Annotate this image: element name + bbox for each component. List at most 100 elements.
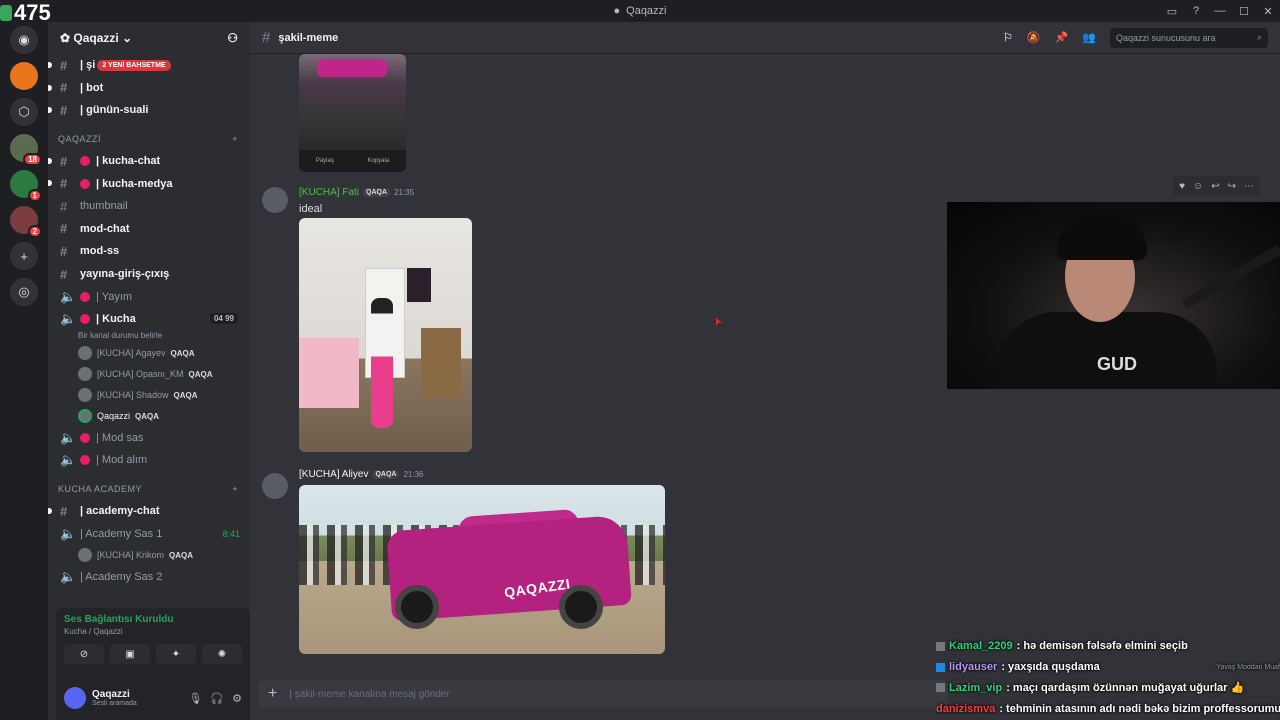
voice-channel-item[interactable]: 🔈 | Mod alım xyxy=(48,449,250,472)
members-icon[interactable]: 👥 xyxy=(1082,31,1096,44)
screen-share-icon[interactable]: ▣ xyxy=(110,644,150,664)
search-input[interactable]: Qaqazzi sunucusunu ara ⌕ xyxy=(1110,27,1268,48)
voice-user[interactable]: Qaqazzi QAQA xyxy=(48,406,250,427)
mention-badge: 18 xyxy=(23,153,42,166)
threads-icon[interactable]: ⚐ xyxy=(1003,31,1013,44)
attachment-image[interactable] xyxy=(299,218,472,452)
webcam-overlay: GUD xyxy=(947,202,1280,389)
message-author[interactable]: [KUCHA] Aliyev xyxy=(299,469,368,480)
user-status: Sesli aramada xyxy=(92,700,137,707)
channel-label: | Mod alım xyxy=(96,454,148,467)
attach-plus-icon[interactable]: + xyxy=(268,685,277,703)
pin-icon[interactable]: 📌 xyxy=(1055,31,1069,44)
channel-item[interactable]: # | günün-suali xyxy=(48,99,250,122)
voice-user[interactable]: [KUCHA] Agayev QAQA xyxy=(48,343,250,364)
channel-item[interactable]: # | academy-chat xyxy=(48,500,250,523)
voice-user[interactable]: [KUCHA] Opasnı_KM QAQA xyxy=(48,364,250,385)
message-composer[interactable]: + | şakil-meme kanalına mesaj gönder xyxy=(258,680,948,708)
voice-channel-item[interactable]: 🔈 | Mod sas xyxy=(48,427,250,450)
voice-status-title[interactable]: Ses Bağlantısı Kuruldu xyxy=(64,614,242,625)
add-channel-icon[interactable]: + xyxy=(232,484,238,494)
channel-label: mod-ss xyxy=(80,245,120,258)
emoji-icon[interactable]: ☺ xyxy=(1193,181,1203,192)
mute-icon[interactable]: 🔕 xyxy=(1027,31,1041,44)
mention-badge: 2 YENİ BAHSETME xyxy=(97,59,171,71)
viewer-count: 475 xyxy=(0,0,51,26)
channel-item[interactable]: # mod-chat xyxy=(48,218,250,241)
voice-user[interactable]: [KUCHA] Shadow QAQA xyxy=(48,385,250,406)
channel-item[interactable]: # | kucha-chat xyxy=(48,150,250,173)
category-label: KUCHA ACADEMY xyxy=(58,483,143,494)
voice-channel-item[interactable]: 🔈 | Yayım xyxy=(48,285,250,308)
add-server-icon[interactable]: + xyxy=(10,242,38,270)
channel-item[interactable]: # yayına-giriş-çıxış xyxy=(48,263,250,286)
channel-label: mod-chat xyxy=(80,222,130,235)
soundboard-icon[interactable]: ✺ xyxy=(202,644,242,664)
voice-user-name: [KUCHA] Shadow xyxy=(97,390,169,401)
discord-home-icon[interactable]: ◉ xyxy=(10,26,38,54)
channel-item[interactable]: # thumbnail xyxy=(48,195,250,218)
camera-off-icon[interactable]: ⊘ xyxy=(64,644,104,664)
more-icon[interactable]: ⋯ xyxy=(1244,181,1254,192)
voice-channel-item[interactable]: 🔈 | Academy Sas 2 xyxy=(48,566,250,589)
call-duration: 8:41 xyxy=(222,528,240,539)
activities-icon[interactable]: ✦ xyxy=(156,644,196,664)
microphone-icon[interactable]: 🎙 xyxy=(188,692,202,705)
add-member-icon[interactable]: ⚇ xyxy=(227,31,238,45)
category-header[interactable]: QAQAZZİ + xyxy=(48,128,250,150)
channel-status[interactable]: Bir kanal durumu belirle xyxy=(48,331,250,343)
inbox-icon[interactable]: ▭ xyxy=(1160,0,1184,22)
voice-user[interactable]: [KUCHA] Krikom QAQA xyxy=(48,545,250,566)
category-header[interactable]: KUCHA ACADEMY + xyxy=(48,478,250,500)
forward-icon[interactable]: ↪ xyxy=(1228,181,1236,192)
avatar[interactable] xyxy=(262,473,288,499)
window-title: Qaqazzi xyxy=(626,5,667,17)
channel-item[interactable]: # | şi 2 YENİ BAHSETME xyxy=(48,54,250,77)
help-icon[interactable]: ? xyxy=(1184,0,1208,22)
voice-channel-item[interactable]: 🔈 | Academy Sas 1 8:41 xyxy=(48,522,250,545)
server-avatar-4[interactable]: 1 xyxy=(10,170,42,202)
composer-placeholder: | şakil-meme kanalına mesaj gönder xyxy=(289,688,450,700)
headphones-icon[interactable]: 🎧 xyxy=(210,692,224,705)
minimize-icon[interactable]: — xyxy=(1208,0,1232,22)
server-avatar-5[interactable]: 2 xyxy=(10,206,42,238)
maximize-icon[interactable]: ☐ xyxy=(1232,0,1256,22)
explore-icon[interactable]: ◎ xyxy=(10,278,38,306)
hash-icon: # xyxy=(60,198,68,214)
message-author[interactable]: [KUCHA] Fati xyxy=(299,187,359,198)
channel-item[interactable]: # mod-ss xyxy=(48,240,250,263)
add-channel-icon[interactable]: + xyxy=(232,134,238,144)
guild-header[interactable]: ✿ Qaqazzi ⌄ ⚇ xyxy=(48,22,250,54)
channel-label: | kucha-chat xyxy=(96,155,161,168)
badge-icon xyxy=(936,683,945,693)
title-bar: ● Qaqazzi ▭ ? — ☐ ✕ xyxy=(0,0,1280,22)
attachment-image[interactable]: QAQAZZI xyxy=(299,485,665,654)
voice-channel-item[interactable]: 🔈 | Kucha 04 99 xyxy=(48,308,250,331)
attachment-image[interactable]: Paylaş Kopyala xyxy=(299,54,406,172)
channel-label: | günün-suali xyxy=(80,104,149,117)
server-avatar-2[interactable]: ⬡ xyxy=(10,98,38,126)
close-icon[interactable]: ✕ xyxy=(1256,0,1280,22)
avatar xyxy=(78,346,92,361)
user-tag: QAQA xyxy=(372,470,400,479)
reaction-icon[interactable]: ♥ xyxy=(1179,181,1185,192)
avatar[interactable] xyxy=(64,687,86,709)
category-label: QAQAZZİ xyxy=(58,133,102,144)
server-avatar-1[interactable] xyxy=(10,62,38,90)
channel-item[interactable]: # | bot xyxy=(48,77,250,100)
speaker-icon: 🔈 xyxy=(60,569,77,585)
hash-icon: # xyxy=(262,29,271,46)
hash-icon: # xyxy=(60,176,68,192)
avatar[interactable] xyxy=(262,187,288,213)
server-avatar-3[interactable]: 18 xyxy=(10,134,42,166)
channel-item[interactable]: # | kucha-medya xyxy=(48,172,250,195)
user-tag: QAQA xyxy=(170,348,195,358)
channel-header: # şakil-meme ⚐ 🔕 📌 👥 Qaqazzi sunucusunu … xyxy=(250,22,1280,54)
server-list: ◉ ⬡ 18 1 2 + ◎ xyxy=(0,22,48,720)
reply-icon[interactable]: ↩ xyxy=(1211,181,1219,192)
channel-label: | Yayım xyxy=(96,290,133,303)
channel-label: | Kucha xyxy=(96,313,136,326)
viewer-count-text: 475 xyxy=(14,0,51,25)
settings-icon[interactable]: ⚙ xyxy=(232,692,242,705)
voice-status-sub[interactable]: Kucha / Qaqazzi xyxy=(64,627,242,636)
